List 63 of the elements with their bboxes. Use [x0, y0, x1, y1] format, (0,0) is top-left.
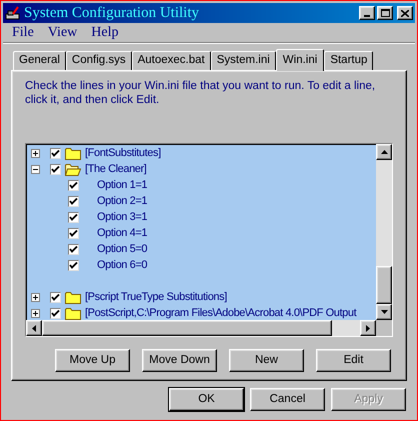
checkbox[interactable]	[68, 212, 79, 222]
tab[interactable]: Win.ini	[276, 49, 324, 71]
scrollbar-corner	[376, 320, 392, 336]
tab[interactable]: System.ini	[210, 51, 276, 70]
vertical-scrollbar[interactable]	[376, 144, 392, 320]
scroll-right-button[interactable]	[360, 320, 376, 336]
open-folder-icon	[65, 162, 81, 176]
checkbox[interactable]	[68, 244, 79, 254]
action-button[interactable]: New	[229, 349, 304, 372]
folder-icon	[65, 146, 81, 160]
scroll-left-button[interactable]	[26, 320, 42, 336]
menu-item[interactable]: Help	[91, 22, 118, 43]
collapse-icon[interactable]	[31, 164, 40, 174]
checkbox[interactable]	[68, 260, 79, 270]
expand-icon[interactable]	[31, 148, 40, 158]
down-arrow-icon	[380, 310, 388, 314]
minimize-button[interactable]	[359, 6, 375, 20]
dialog-button[interactable]: OK	[169, 388, 244, 411]
tree-item[interactable]: Option 2=1	[97, 192, 148, 210]
tree-item[interactable]: Option 1=1	[97, 176, 148, 194]
expand-icon[interactable]	[31, 292, 40, 302]
menu-item[interactable]: View	[48, 22, 78, 43]
horizontal-scrollbar[interactable]	[26, 320, 392, 336]
up-arrow-icon	[380, 150, 388, 154]
tree-item[interactable]: Option 3=1	[97, 208, 148, 226]
right-arrow-icon	[366, 324, 370, 332]
maximize-button[interactable]	[377, 6, 393, 20]
folder-icon	[65, 306, 81, 320]
tree-item[interactable]: Option 4=1	[97, 224, 148, 242]
tree-item[interactable]: Option 5=0	[97, 240, 148, 258]
checkbox[interactable]	[68, 196, 79, 206]
action-button[interactable]: Edit	[316, 349, 391, 372]
menu-item[interactable]: File	[12, 22, 34, 43]
close-button[interactable]	[397, 6, 413, 20]
left-arrow-icon	[32, 324, 36, 332]
checkbox[interactable]	[68, 228, 79, 238]
scroll-up-button[interactable]	[376, 144, 392, 160]
tree-item[interactable]: [Pscript TrueType Substitutions]	[85, 288, 227, 306]
instructions-text: Check the lines in your Win.ini file that you want to run. To edit a line, click it, and then click Edit.	[25, 79, 376, 107]
close-icon	[401, 10, 409, 16]
action-button[interactable]: Move Down	[142, 349, 217, 372]
folder-icon	[65, 290, 81, 304]
expand-icon[interactable]	[31, 308, 40, 318]
dialog-button[interactable]: Cancel	[250, 388, 325, 411]
action-button[interactable]: Move Up	[55, 349, 130, 372]
tree-item[interactable]: Option 6=0	[97, 256, 148, 274]
scroll-down-button[interactable]	[376, 304, 392, 320]
tree-item[interactable]: [The Cleaner]	[85, 160, 146, 178]
tree-item[interactable]: [PostScript,C:\Program Files\Adobe\Acrobat 4.0\PDF Output	[85, 304, 356, 322]
tab[interactable]: Startup	[324, 51, 374, 70]
app-icon	[5, 5, 21, 21]
tree-item[interactable]: [FontSubstitutes]	[85, 144, 161, 162]
checkbox[interactable]	[50, 148, 61, 158]
checkbox[interactable]	[50, 292, 61, 302]
window-title: System Configuration Utility	[24, 4, 199, 23]
checkbox[interactable]	[50, 164, 61, 174]
tab[interactable]: Config.sys	[66, 51, 132, 70]
checkbox[interactable]	[50, 308, 61, 318]
scroll-thumb[interactable]	[376, 266, 392, 304]
checkbox[interactable]	[68, 180, 79, 190]
tab[interactable]: General	[13, 51, 66, 70]
tab[interactable]: Autoexec.bat	[132, 51, 211, 70]
scroll-thumb[interactable]	[42, 320, 332, 336]
